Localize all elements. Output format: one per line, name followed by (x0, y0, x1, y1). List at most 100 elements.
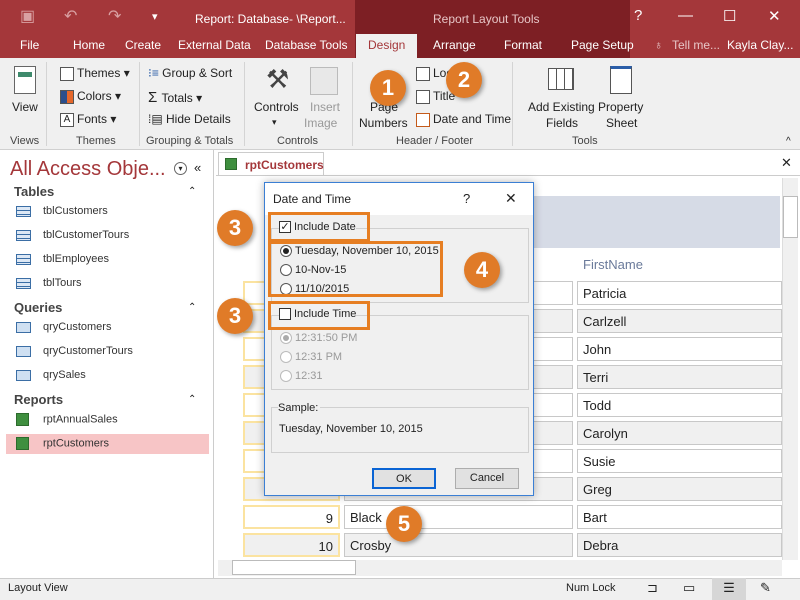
cancel-button[interactable]: Cancel (455, 468, 519, 489)
user-name[interactable]: Kayla Clay... (727, 38, 793, 52)
cell-first[interactable]: Debra (577, 533, 782, 557)
tab-create[interactable]: Create (125, 38, 161, 52)
cell-first[interactable]: Carlzell (577, 309, 782, 333)
fonts-button[interactable]: A Fonts ▾ (60, 112, 116, 127)
cell-first[interactable]: Todd (577, 393, 782, 417)
themes-button[interactable]: Themes ▾ (60, 66, 130, 81)
cell-id[interactable]: 10 (243, 533, 340, 557)
nav-item-tblEmployees[interactable]: tblEmployees (16, 250, 206, 270)
cell-first[interactable]: Terri (577, 365, 782, 389)
status-view: Layout View (8, 582, 68, 594)
property-sheet-button[interactable]: Property (598, 100, 643, 114)
tab-arrange[interactable]: Arrange (433, 38, 476, 52)
cell-id[interactable]: 9 (243, 505, 340, 529)
highlight-include-date (268, 212, 370, 242)
date-and-time-button[interactable]: Date and Time (416, 112, 511, 127)
cell-first[interactable]: Carolyn (577, 421, 782, 445)
save-icon[interactable]: ▣ (20, 6, 35, 26)
time-formats-option[interactable]: 12:31:50 PM (280, 332, 357, 345)
hscroll-thumb[interactable] (232, 560, 356, 575)
collapse-section-icon[interactable]: ⌃ (188, 394, 196, 405)
design-view-icon[interactable]: ✎ (760, 580, 771, 596)
nav-item-tblCustomers[interactable]: tblCustomers (16, 202, 206, 222)
nav-item-label: rptCustomers (43, 437, 110, 450)
tab-design[interactable]: Design (356, 34, 418, 58)
hide-details-button[interactable]: ⁞▤ Hide Details (148, 112, 231, 126)
maximize-button[interactable]: ☐ (723, 7, 736, 25)
tab-file[interactable]: File (20, 38, 39, 52)
add-existing-fields-button[interactable]: Add Existing (528, 100, 595, 114)
cell-last[interactable]: Crosby (344, 533, 573, 557)
callout-4: 4 (464, 252, 500, 288)
horizontal-scrollbar[interactable] (218, 560, 782, 576)
totals-button[interactable]: Σ Totals ▾ (148, 89, 202, 106)
tab-format[interactable]: Format (504, 38, 542, 52)
undo-icon[interactable]: ↶ (64, 6, 77, 26)
group-label-controls: Controls (277, 135, 318, 147)
colors-button[interactable]: Colors ▾ (60, 89, 121, 104)
minimize-button[interactable]: — (678, 7, 693, 24)
collapse-section-icon[interactable]: ⌃ (188, 302, 196, 313)
close-button[interactable]: ✕ (768, 7, 781, 25)
report-view-icon[interactable]: ⊐ (647, 580, 658, 596)
cell-first[interactable]: Patricia (577, 281, 782, 305)
cell-first[interactable]: Greg (577, 477, 782, 501)
scroll-thumb[interactable] (783, 196, 798, 238)
tab-home[interactable]: Home (73, 38, 105, 52)
ok-button[interactable]: OK (372, 468, 436, 489)
customize-qat-icon[interactable]: ▾ (152, 10, 158, 23)
nav-section-tables[interactable]: Tables (14, 184, 54, 199)
nav-section-reports[interactable]: Reports (14, 392, 63, 407)
nav-item-label: qryCustomers (43, 321, 112, 333)
collapse-section-icon[interactable]: ⌃ (188, 186, 196, 197)
time-formats-option[interactable]: 12:31 PM (280, 351, 343, 364)
tab-page-setup[interactable]: Page Setup (571, 38, 634, 52)
property-sheet-icon (610, 66, 632, 94)
nav-item-qrySales[interactable]: qrySales (16, 366, 206, 386)
themes-label: Themes (77, 66, 121, 80)
nav-item-qryCustomerTours[interactable]: qryCustomerTours (16, 342, 206, 362)
date-and-time-label: Date and Time (433, 112, 512, 126)
nav-item-rptCustomers[interactable]: rptCustomers (6, 434, 209, 454)
redo-icon[interactable]: ↷ (108, 6, 121, 26)
print-preview-icon[interactable]: ▭ (683, 580, 695, 596)
vertical-scrollbar[interactable] (782, 178, 798, 560)
dialog-help-button[interactable]: ? (463, 191, 470, 206)
nav-title[interactable]: All Access Obje... (10, 158, 166, 181)
cell-first[interactable]: Bart (577, 505, 782, 529)
nav-item-rptAnnualSales[interactable]: rptAnnualSales (16, 410, 206, 430)
cell-first[interactable]: John (577, 337, 782, 361)
querie-icon (16, 321, 31, 333)
dialog-close-button[interactable]: ✕ (505, 190, 517, 207)
tab-database-tools[interactable]: Database Tools (265, 38, 348, 52)
cell-first[interactable]: Susie (577, 449, 782, 473)
layout-view-icon[interactable]: ☰ (712, 578, 746, 600)
column-header-firstname[interactable]: FirstName (583, 257, 643, 272)
fonts-icon: A (60, 112, 74, 127)
nav-item-label: qryCustomerTours (43, 345, 133, 357)
nav-section-queries[interactable]: Queries (14, 300, 62, 315)
nav-item-label: rptAnnualSales (43, 413, 118, 426)
cell-last[interactable]: Black (344, 505, 573, 529)
document-tab[interactable]: rptCustomers (218, 152, 324, 176)
nav-item-qryCustomers[interactable]: qryCustomers (16, 318, 206, 338)
nav-item-tblTours[interactable]: tblTours (16, 274, 206, 294)
nav-menu-icon[interactable]: ▾ (174, 162, 187, 175)
time-formats-option[interactable]: 12:31 (280, 370, 323, 383)
report-icon (16, 437, 29, 450)
view-button[interactable]: View (12, 100, 38, 114)
option-label: 12:31 PM (295, 351, 343, 363)
page-numbers-label: Numbers (359, 116, 408, 130)
tab-external-data[interactable]: External Data (178, 38, 251, 52)
collapse-nav-icon[interactable]: « (194, 160, 201, 175)
help-button[interactable]: ? (634, 7, 642, 24)
group-sort-button[interactable]: ⁝≡ Group & Sort (148, 66, 232, 80)
insert-image-button[interactable]: Insert (310, 100, 340, 114)
sample-label: Sample: (278, 402, 321, 414)
tell-me-search[interactable]: Tell me... (672, 38, 720, 52)
controls-dropdown-icon[interactable]: ▾ (272, 117, 277, 128)
close-document-icon[interactable]: ✕ (781, 155, 792, 171)
controls-button[interactable]: Controls (254, 100, 299, 114)
collapse-ribbon-icon[interactable]: ^ (786, 136, 791, 147)
nav-item-tblCustomerTours[interactable]: tblCustomerTours (16, 226, 206, 246)
